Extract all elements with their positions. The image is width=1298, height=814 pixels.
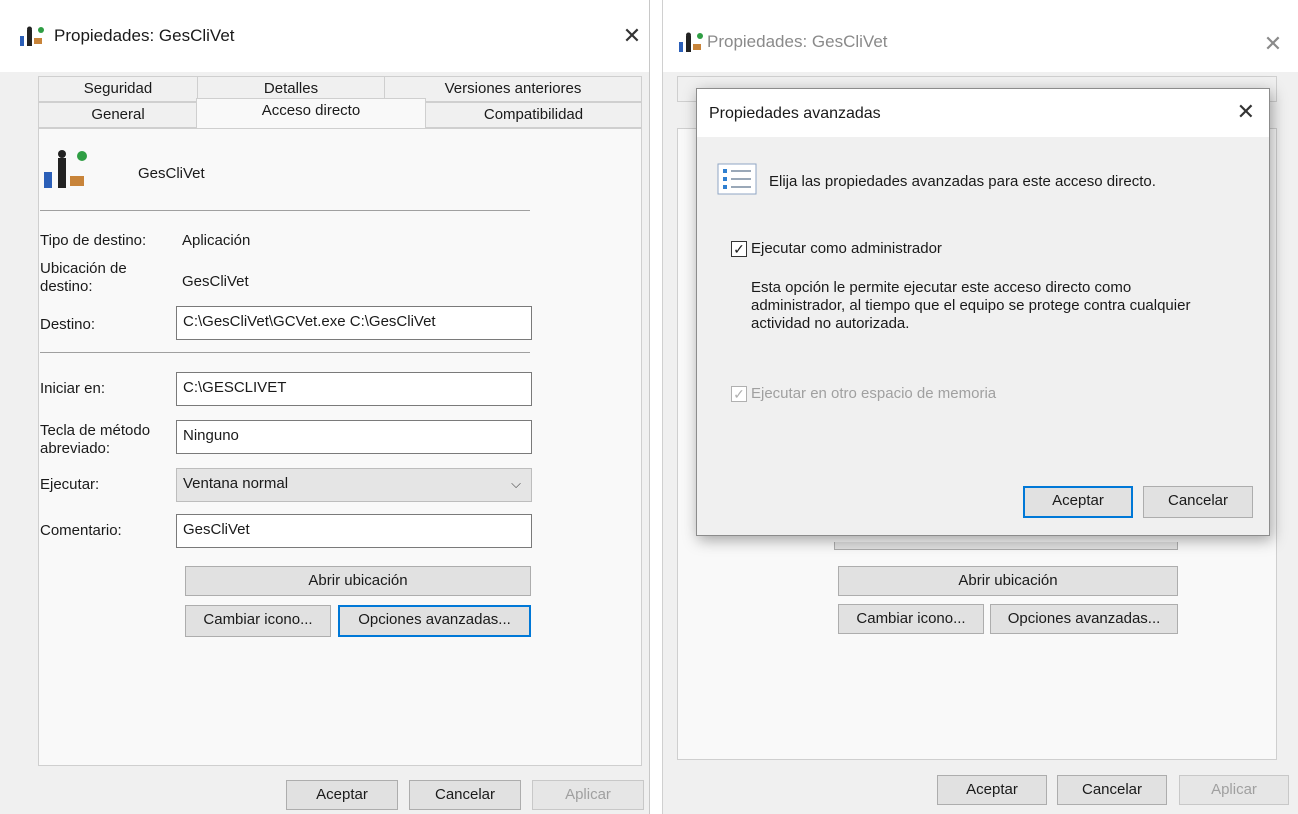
opciones-avanzadas-button[interactable]: Opciones avanzadas... <box>338 605 531 637</box>
separate-memory-label: Ejecutar en otro espacio de memoria <box>751 385 997 402</box>
tab-compatibilidad[interactable]: Compatibilidad <box>425 102 642 128</box>
destino-input[interactable]: C:\GesCliVet\GCVet.exe C:\GesCliVet <box>176 306 532 340</box>
advanced-properties-dialog: Propiedades avanzadas ✕ Elija las propie… <box>696 88 1270 536</box>
ubicacion-label-line1: Ubicación de <box>40 260 127 277</box>
title-bar[interactable]: Propiedades: GesCliVet ✕ <box>0 0 649 72</box>
app-icon <box>20 26 44 46</box>
run-as-admin-checkbox[interactable]: ✓ <box>731 241 747 257</box>
abrir-ubicacion-partial <box>834 542 1178 550</box>
abrir-ubicacion-button[interactable]: Abrir ubicación <box>838 566 1178 596</box>
tab-acceso-directo[interactable]: Acceso directo <box>196 98 426 128</box>
close-icon[interactable]: ✕ <box>618 22 646 50</box>
iniciar-label: Iniciar en: <box>40 380 106 397</box>
tecla-input[interactable]: Ninguno <box>176 420 532 454</box>
aceptar-button[interactable]: Aceptar <box>937 775 1047 805</box>
dialog-cancelar-button[interactable]: Cancelar <box>1143 486 1253 518</box>
shortcut-icon <box>44 150 87 188</box>
aceptar-button[interactable]: Aceptar <box>286 780 398 810</box>
abrir-ubicacion-button[interactable]: Abrir ubicación <box>185 566 531 596</box>
tecla-label-line2: abreviado: <box>40 440 111 457</box>
cambiar-icono-button[interactable]: Cambiar icono... <box>838 604 984 634</box>
ejecutar-selected-value: Ventana normal <box>183 475 289 492</box>
divider <box>40 210 530 211</box>
comentario-label: Comentario: <box>40 522 122 539</box>
opciones-avanzadas-button[interactable]: Opciones avanzadas... <box>990 604 1178 634</box>
title-bar[interactable]: Propiedades: GesCliVet ✕ <box>663 0 1298 72</box>
tab-seguridad[interactable]: Seguridad <box>38 76 198 102</box>
cambiar-icono-button[interactable]: Cambiar icono... <box>185 605 331 637</box>
aplicar-button: Aplicar <box>1179 775 1289 805</box>
tipo-destino-value: Aplicación <box>182 232 251 249</box>
comentario-input[interactable]: GesCliVet <box>176 514 532 548</box>
tipo-destino-label: Tipo de destino: <box>40 232 147 249</box>
ubicacion-value: GesCliVet <box>182 273 249 290</box>
close-icon[interactable]: ✕ <box>1259 30 1287 58</box>
ejecutar-select[interactable]: Ventana normal ⌵ <box>176 468 532 502</box>
dialog-title-bar[interactable]: Propiedades avanzadas ✕ <box>697 89 1269 137</box>
description-line2: administrador, al tiempo que el equipo s… <box>751 297 1191 314</box>
destino-label: Destino: <box>40 316 96 333</box>
window-title: Propiedades: GesCliVet <box>707 32 888 51</box>
description-line1: Esta opción le permite ejecutar este acc… <box>751 279 1132 296</box>
tab-general[interactable]: General <box>38 102 198 128</box>
divider <box>40 352 530 353</box>
app-icon <box>679 32 703 52</box>
aplicar-button: Aplicar <box>532 780 644 810</box>
dialog-aceptar-button[interactable]: Aceptar <box>1023 486 1133 518</box>
tecla-label-line1: Tecla de método <box>40 422 151 439</box>
run-as-admin-label[interactable]: Ejecutar como administrador <box>751 240 942 257</box>
dialog-intro: Elija las propiedades avanzadas para est… <box>769 173 1156 190</box>
ubicacion-label-line2: destino: <box>40 278 93 295</box>
cancelar-button[interactable]: Cancelar <box>409 780 521 810</box>
app-name: GesCliVet <box>138 165 205 182</box>
iniciar-input[interactable]: C:\GESCLIVET <box>176 372 532 406</box>
separate-memory-checkbox: ✓ <box>731 386 747 402</box>
window-title: Propiedades: GesCliVet <box>54 26 235 45</box>
cancelar-button[interactable]: Cancelar <box>1057 775 1167 805</box>
properties-window-left: Propiedades: GesCliVet ✕ Seguridad Detal… <box>0 0 650 814</box>
description-line3: actividad no autorizada. <box>751 315 910 332</box>
ejecutar-label: Ejecutar: <box>40 476 100 493</box>
checklist-icon <box>717 163 757 195</box>
dialog-title: Propiedades avanzadas <box>709 105 881 122</box>
close-icon[interactable]: ✕ <box>1237 99 1255 125</box>
chevron-down-icon: ⌵ <box>511 476 521 491</box>
